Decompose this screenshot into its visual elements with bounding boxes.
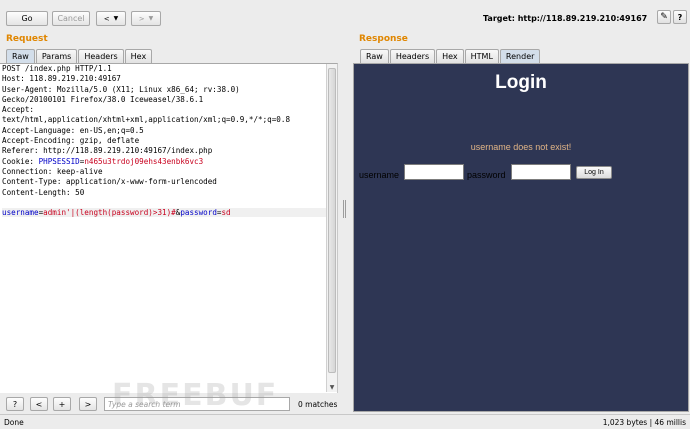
request-scrollbar[interactable]: ▼: [326, 64, 337, 392]
response-tabs: Raw Headers Hex HTML Render: [360, 49, 541, 63]
tab-raw[interactable]: Raw: [6, 49, 35, 63]
login-heading: Login: [495, 72, 547, 93]
request-title: Request: [6, 34, 48, 44]
username-field[interactable]: [404, 164, 464, 180]
cancel-button-label: Cancel: [57, 14, 85, 23]
param-password-value: sd: [221, 208, 231, 218]
tab-raw[interactable]: Raw: [360, 49, 389, 63]
target-label: Target: http://118.89.219.210:49167: [483, 14, 648, 23]
request-line: POST /index.php HTTP/1.1: [2, 64, 112, 73]
tab-html[interactable]: HTML: [464, 49, 499, 63]
scroll-down-icon[interactable]: ▼: [327, 382, 337, 392]
cookie-name: PHPSESSID: [38, 156, 80, 166]
param-username-value: admin'|(length(password)>31)#: [43, 208, 176, 218]
request-line: User-Agent: Mozilla/5.0 (X11; Linux x86_…: [2, 84, 240, 94]
match-count: 0 matches: [298, 400, 338, 409]
request-line: Referer: http://118.89.219.210:49167/ind…: [2, 146, 213, 156]
request-line: Host: 118.89.219.210:49167: [2, 74, 121, 84]
panel-divider-handle[interactable]: [343, 200, 346, 218]
forward-arrow-icon: >: [138, 14, 145, 23]
param-password-name: password: [180, 208, 217, 218]
password-field[interactable]: [511, 164, 571, 180]
param-username-name: username: [2, 208, 39, 218]
request-line: Content-Length: 50: [2, 187, 85, 197]
username-label: username: [359, 170, 400, 180]
password-label: password: [467, 170, 506, 180]
cookie-prefix: Cookie:: [2, 156, 39, 166]
request-line: Gecko/20100101 Firefox/38.0 Iceweasel/38…: [2, 94, 204, 104]
plus-icon: +: [58, 399, 66, 409]
search-previous-button[interactable]: <: [30, 397, 48, 411]
request-line: text/html,application/xhtml+xml,applicat…: [2, 115, 291, 125]
request-line: Accept-Language: en-US,en;q=0.5: [2, 125, 144, 135]
cookie-value: n465u3trdoj09ehs43enbk6vc3: [84, 156, 204, 166]
error-message: username does not exist!: [470, 142, 572, 152]
help-icon: ?: [12, 399, 18, 409]
request-line: Connection: keep-alive: [2, 166, 103, 176]
tab-headers[interactable]: Headers: [78, 49, 124, 63]
request-line: Content-Type: application/x-www-form-url…: [2, 177, 217, 187]
search-help-button[interactable]: ?: [6, 397, 24, 411]
chevron-down-icon: ▼: [113, 15, 119, 22]
back-button[interactable]: < ▼: [96, 11, 126, 26]
tab-hex[interactable]: Hex: [436, 49, 464, 63]
tab-headers[interactable]: Headers: [389, 49, 436, 63]
tab-params[interactable]: Params: [35, 49, 78, 63]
tab-hex[interactable]: Hex: [124, 49, 153, 63]
tab-render[interactable]: Render: [499, 49, 541, 63]
login-button[interactable]: Log In: [576, 166, 612, 179]
back-arrow-icon: <: [103, 14, 110, 23]
request-line: Accept:: [2, 105, 35, 115]
response-title: Response: [359, 34, 408, 44]
cookie-line: Cookie: PHPSESSID=n465u3trdoj09ehs43enbk…: [2, 157, 203, 166]
search-input[interactable]: [104, 397, 290, 411]
help-button[interactable]: ?: [673, 10, 687, 24]
pencil-icon: ✎: [660, 12, 668, 22]
status-text: Done: [4, 418, 24, 427]
request-body-line: username=admin'|(length(password)>31)#&p…: [2, 208, 337, 218]
request-tabs: Raw Params Headers Hex: [6, 49, 153, 63]
edit-target-button[interactable]: ✎: [657, 10, 671, 24]
search-add-button[interactable]: +: [53, 397, 71, 411]
next-arrow-icon: >: [84, 399, 92, 409]
forward-button[interactable]: > ▼: [131, 11, 161, 26]
request-line: Accept-Encoding: gzip, deflate: [2, 136, 140, 146]
scrollbar-thumb[interactable]: [328, 68, 336, 373]
search-next-button[interactable]: >: [79, 397, 97, 411]
go-button-label: Go: [21, 14, 33, 23]
go-button[interactable]: Go: [6, 11, 48, 26]
help-icon: ?: [677, 12, 683, 22]
previous-arrow-icon: <: [35, 399, 43, 409]
status-bar: Done 1,023 bytes | 46 millis: [0, 414, 690, 429]
response-stats: 1,023 bytes | 46 millis: [602, 418, 686, 427]
cancel-button[interactable]: Cancel: [52, 11, 90, 26]
request-editor[interactable]: POST /index.php HTTP/1.1 Host: 118.89.21…: [0, 63, 338, 393]
render-view: Login username does not exist! username …: [353, 63, 689, 412]
chevron-down-icon: ▼: [148, 15, 154, 22]
